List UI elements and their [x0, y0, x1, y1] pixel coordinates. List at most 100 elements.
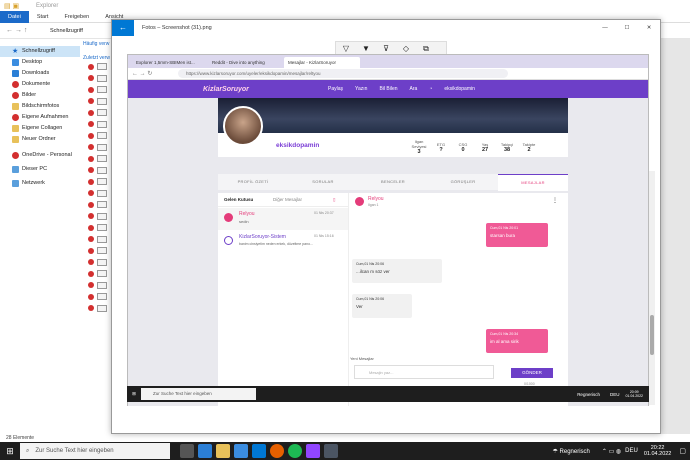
file-row[interactable] [80, 268, 112, 280]
tab-datei[interactable]: Datei [0, 10, 29, 23]
profile-username[interactable]: eksikdopamin [276, 142, 319, 149]
file-row[interactable] [80, 142, 112, 154]
avatar[interactable] [223, 106, 263, 146]
file-row[interactable] [80, 303, 112, 315]
inbox-tab[interactable]: Gelen Kutusu [218, 197, 273, 202]
list-item[interactable]: Relyou 01 Nis 20:37 sedin [218, 208, 348, 230]
nav-item-dokumente[interactable]: Dokumente [0, 79, 80, 90]
group-frequent[interactable]: Häufig verw [80, 39, 112, 47]
close-button[interactable]: ✕ [638, 25, 660, 31]
tray-icons[interactable]: ⌃ ▭ ◍ [602, 448, 621, 455]
file-row[interactable] [80, 176, 112, 188]
user-menu[interactable]: eksikdopamin [444, 86, 475, 92]
tab-gorusler[interactable]: GÖRÜŞLER [428, 174, 498, 190]
scrollbar[interactable] [649, 171, 655, 405]
edge-icon[interactable] [198, 444, 212, 458]
list-item[interactable]: KizlarSoruyor-Sistem 01 Nis 15:16 banim … [218, 231, 348, 253]
windows-icon[interactable]: ⊞ [0, 446, 20, 457]
error-icon [88, 213, 94, 220]
nav-item-bilder[interactable]: Bilder [0, 90, 80, 101]
stat-2: CSG 0 [458, 141, 468, 153]
nav-arrows-icon[interactable]: ← → ↻ [128, 70, 178, 77]
nav-item-collagen[interactable]: Eigene Collagen [0, 123, 80, 134]
clock[interactable]: 20:09 01.04.2022 [625, 390, 643, 398]
site-logo[interactable]: KizlarSoruyor [128, 86, 328, 93]
store-icon[interactable] [234, 444, 248, 458]
nav-bilbilen[interactable]: Bil Bilen [379, 86, 397, 92]
file-row[interactable] [80, 234, 112, 246]
nav-item-netzwerk[interactable]: Netzwerk [0, 178, 80, 189]
browser-tab-2[interactable]: Reddit - Dive into anything [208, 57, 284, 68]
twitch-icon[interactable] [306, 444, 320, 458]
file-row[interactable] [80, 107, 112, 119]
notification-icon[interactable]: ▢ [679, 447, 686, 455]
file-row[interactable] [80, 245, 112, 257]
browser-tab-1[interactable]: Explorer 1,5mm-SBIMen ist... [132, 57, 208, 68]
file-row[interactable] [80, 211, 112, 223]
search-input[interactable]: ⌕ Zur Suche Text hier eingeben [20, 443, 170, 459]
other-messages-tab[interactable]: Diğer Mesajlar [273, 197, 333, 202]
chat-name[interactable]: Relyou [368, 196, 384, 202]
file-row[interactable] [80, 188, 112, 200]
tab-benceler[interactable]: BENCELER [358, 174, 428, 190]
group-recent[interactable]: Zuletzt verw [80, 47, 112, 61]
file-row[interactable] [80, 84, 112, 96]
more-icon[interactable]: ⋮ [552, 197, 558, 204]
nav-ara[interactable]: Ara [410, 86, 418, 92]
nav-item-neuer-ordner[interactable]: Neuer Ordner [0, 134, 80, 145]
file-row[interactable] [80, 280, 112, 292]
url-field[interactable]: https://www.kizlarsoruyor.com/uyeler/eks… [178, 69, 508, 78]
maximize-button[interactable]: ☐ [616, 25, 638, 31]
tab-freigeben[interactable]: Freigeben [56, 11, 97, 23]
nav-item-bildschirmfotos[interactable]: Bildschirmfotos [0, 101, 80, 112]
message-input[interactable]: Mesajin yaz... [354, 365, 494, 379]
photos-icon[interactable] [324, 444, 338, 458]
mail-icon[interactable] [252, 444, 266, 458]
file-row[interactable] [80, 96, 112, 108]
explorer-nav-pane: ★ Schnellzugriff Desktop Downloads Dokume… [0, 39, 80, 434]
weather-label[interactable]: ☂ Regnerisch [553, 448, 590, 455]
nav-arrows-icon[interactable]: ← → ↑ [0, 27, 50, 34]
send-button[interactable]: GÖNDER [511, 368, 553, 378]
spotify-icon[interactable] [288, 444, 302, 458]
scrollbar-thumb[interactable] [650, 315, 654, 355]
minimize-button[interactable]: — [594, 25, 616, 31]
file-row[interactable] [80, 61, 112, 73]
trash-icon[interactable]: ▯ [333, 197, 335, 203]
file-row[interactable] [80, 291, 112, 303]
task-view-icon[interactable] [180, 444, 194, 458]
nav-paylas[interactable]: Paylaş [328, 86, 343, 92]
file-row[interactable] [80, 73, 112, 85]
back-arrow-icon[interactable]: ← [112, 20, 134, 36]
tab-profil[interactable]: PROFİL ÖZETİ [218, 174, 288, 190]
browser-tabbar: Explorer 1,5mm-SBIMen ist... Reddit - Di… [128, 55, 648, 68]
file-row[interactable] [80, 257, 112, 269]
nav-item-dieser-pc[interactable]: Dieser PC [0, 164, 80, 175]
browser-tab-3[interactable]: Mesajlar - KizlarSoruyor [284, 57, 360, 68]
nav-item-onedrive[interactable]: OneDrive - Personal [0, 150, 80, 161]
file-row[interactable] [80, 199, 112, 211]
search-input[interactable]: Zur Suche Text hier eingeben [141, 388, 256, 400]
clock[interactable]: 20:22 01.04.2022 [644, 445, 672, 457]
nav-yazin[interactable]: Yazın [355, 86, 367, 92]
file-row[interactable] [80, 153, 112, 165]
file-row[interactable] [80, 222, 112, 234]
tab-sorular[interactable]: SORULAR [288, 174, 358, 190]
file-row[interactable] [80, 130, 112, 142]
weather-label[interactable]: Regnerisch [577, 392, 600, 397]
file-row[interactable] [80, 165, 112, 177]
nav-item-desktop[interactable]: Desktop [0, 57, 80, 68]
tab-mesajlar[interactable]: MESAJLAR [498, 173, 568, 191]
tab-start[interactable]: Start [29, 11, 57, 23]
bell-icon[interactable]: ◔ [429, 86, 432, 92]
lang-label[interactable]: DEU [610, 392, 620, 397]
address-path[interactable]: Schnellzugriff [50, 28, 83, 34]
explorer-icon[interactable] [216, 444, 230, 458]
windows-icon[interactable]: ⊞ [127, 391, 141, 397]
firefox-icon[interactable] [270, 444, 284, 458]
lang-label[interactable]: DEU [625, 448, 638, 454]
file-row[interactable] [80, 119, 112, 131]
nav-item-quickaccess[interactable]: ★ Schnellzugriff [0, 46, 80, 57]
nav-item-aufnahmen[interactable]: Eigene Aufnahmen [0, 112, 80, 123]
nav-item-downloads[interactable]: Downloads [0, 68, 80, 79]
